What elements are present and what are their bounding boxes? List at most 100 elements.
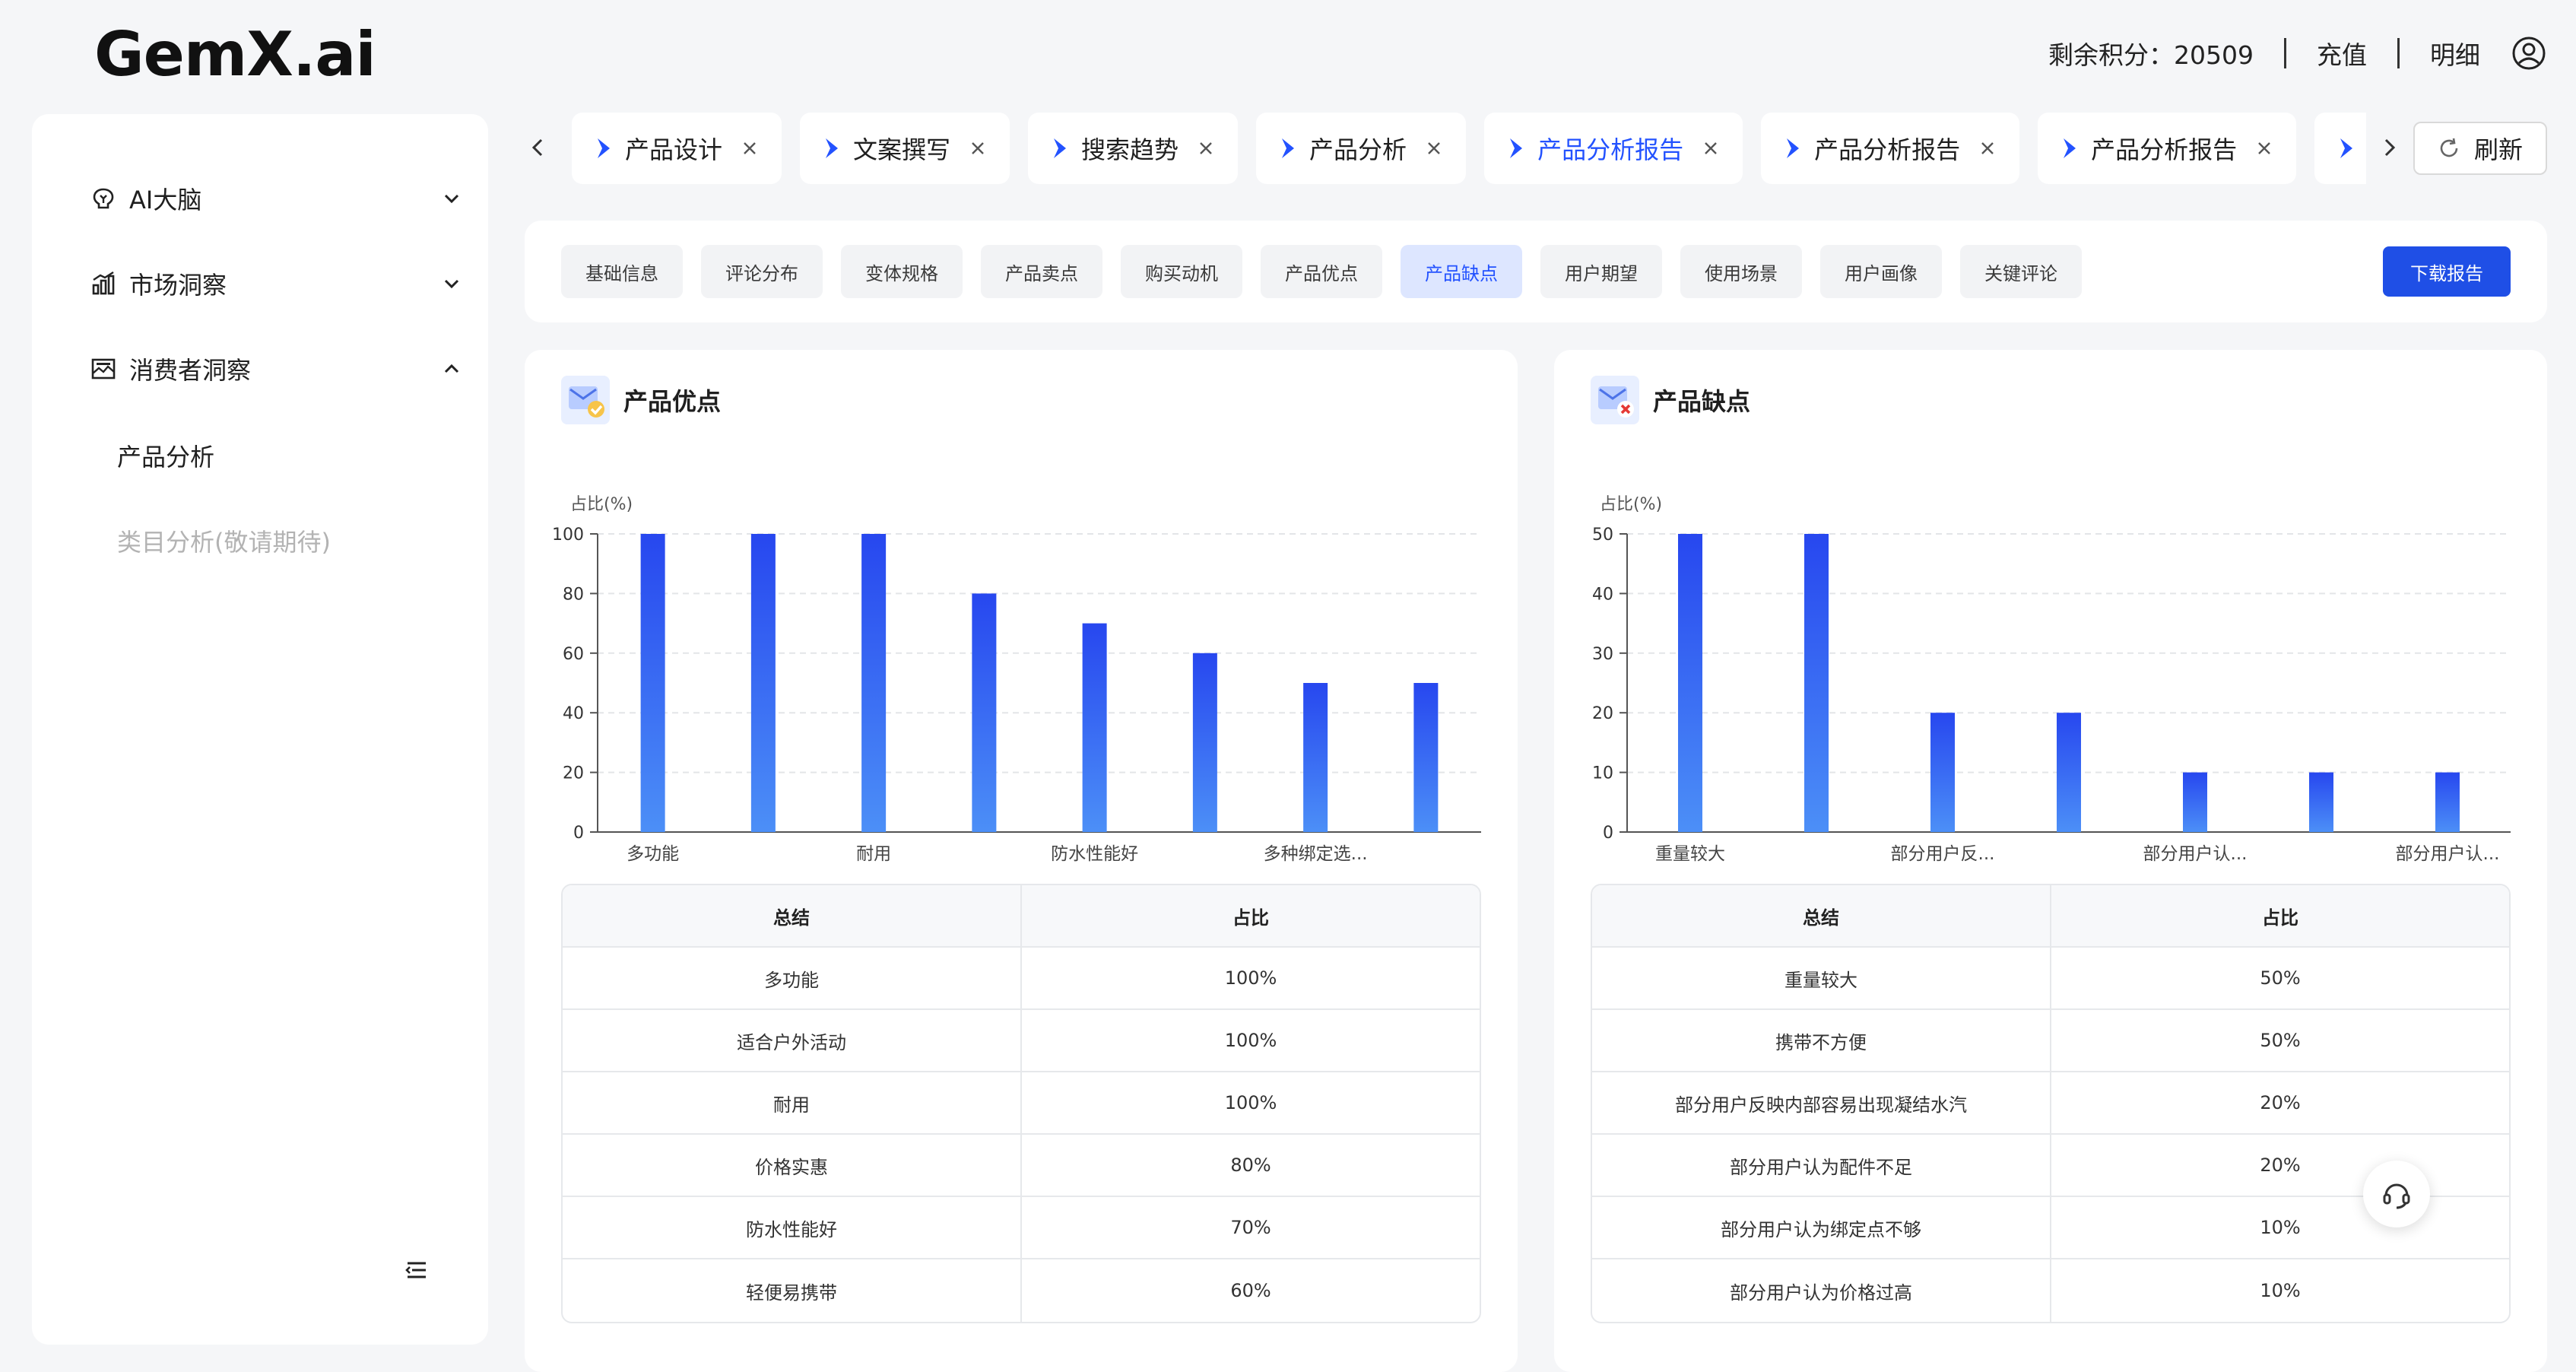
category-tab[interactable]: 评论分布 [701, 245, 823, 298]
category-tab[interactable]: 用户画像 [1820, 245, 1942, 298]
tab-item[interactable]: 产品分析报告 [2314, 113, 2366, 184]
chevron-right-icon [826, 138, 839, 158]
x-tick-label: 部分用户认... [2396, 844, 2500, 864]
tabs-prev-icon[interactable] [525, 134, 552, 161]
user-icon[interactable] [2511, 35, 2547, 71]
tab-item[interactable]: 搜索趋势 [1028, 113, 1239, 184]
tab-item[interactable]: 产品分析报告 [1761, 113, 2020, 184]
collapse-menu-icon[interactable] [401, 1255, 432, 1285]
download-report-button[interactable]: 下载报告 [2383, 246, 2511, 297]
close-icon[interactable] [1978, 139, 1997, 157]
sidebar-item-ai-brain[interactable]: AI大脑 [90, 168, 462, 229]
category-tab[interactable]: 购买动机 [1121, 245, 1242, 298]
bar[interactable] [1413, 683, 1439, 832]
tab-item[interactable]: 产品分析 [1256, 113, 1467, 184]
sidebar-item-market-insight[interactable]: 市场洞察 [90, 253, 462, 314]
bar[interactable] [1192, 653, 1217, 832]
recharge-link[interactable]: 充值 [2317, 35, 2367, 71]
tab-item[interactable]: 产品分析报告 [1484, 113, 1743, 184]
category-tab[interactable]: 产品卖点 [981, 245, 1102, 298]
sidebar-item-label: 市场洞察 [129, 271, 227, 300]
category-tab[interactable]: 产品缺点 [1401, 245, 1522, 298]
tab-item[interactable]: 文案撰写 [800, 113, 1010, 184]
sidebar-item-label: AI大脑 [129, 186, 202, 214]
panel-title-text: 产品缺点 [1653, 387, 1751, 416]
mail-check-icon [561, 376, 610, 424]
close-icon[interactable] [1425, 139, 1443, 157]
table-cell: 部分用户认为配件不足 [1730, 1156, 1912, 1178]
logo[interactable]: GemX.ai [94, 17, 376, 93]
tabs-viewport: 产品设计 文案撰写 搜索趋势 产品分析 产品分析报告 产品分析报告 产品分析报告 产品分析报告 [572, 113, 2366, 184]
table-header-row: 总结 占比 [1592, 885, 2509, 948]
table-cell: 携带不方便 [1775, 1031, 1867, 1053]
bar[interactable] [2309, 772, 2333, 832]
close-icon[interactable] [1702, 139, 1720, 157]
table-cell: 50% [2050, 1010, 2509, 1071]
bar[interactable] [2057, 713, 2081, 832]
chevron-right-icon [1787, 138, 1800, 158]
cons-title: 产品缺点 [1591, 376, 1750, 424]
tab-item[interactable]: 产品设计 [572, 113, 782, 184]
table-cell: 重量较大 [1784, 969, 1857, 991]
tab-label: 搜索趋势 [1081, 135, 1179, 164]
bar[interactable] [1303, 683, 1328, 832]
category-tab[interactable]: 关键评论 [1960, 245, 2082, 298]
bar[interactable] [861, 534, 887, 832]
close-icon[interactable] [969, 139, 987, 157]
category-tab[interactable]: 基础信息 [561, 245, 683, 298]
sidebar-item-consumer-insight[interactable]: 消费者洞察 [90, 338, 462, 399]
table-row: 重量较大 50% [1592, 948, 2509, 1010]
table-cell: 部分用户认为绑定点不够 [1721, 1218, 1921, 1240]
y-tick-label: 40 [1592, 585, 1613, 604]
category-tab[interactable]: 使用场景 [1680, 245, 1802, 298]
table-row: 携带不方便 50% [1592, 1010, 2509, 1072]
table-row: 适合户外活动 100% [563, 1010, 1480, 1072]
chevron-up-icon[interactable] [441, 358, 462, 380]
headset-icon [2383, 1183, 2410, 1209]
close-icon[interactable] [2255, 139, 2273, 157]
category-tab[interactable]: 变体规格 [841, 245, 963, 298]
table-cell: 70% [1020, 1197, 1480, 1258]
chevron-down-icon[interactable] [441, 273, 462, 294]
close-icon[interactable] [741, 139, 759, 157]
bar[interactable] [1930, 713, 1955, 832]
bar[interactable] [1804, 534, 1829, 832]
bar[interactable] [2183, 772, 2207, 832]
refresh-button[interactable]: 刷新 [2413, 122, 2547, 175]
details-link[interactable]: 明细 [2430, 35, 2480, 71]
category-tab[interactable]: 产品优点 [1261, 245, 1382, 298]
brain-icon [93, 188, 114, 209]
customer-support-button[interactable] [2363, 1161, 2430, 1227]
chevron-right-icon [598, 138, 610, 158]
bar[interactable] [750, 534, 776, 832]
bar[interactable] [2435, 772, 2460, 832]
category-tab[interactable]: 用户期望 [1540, 245, 1662, 298]
table-cell: 100% [1020, 1010, 1480, 1071]
table-cell: 部分用户反映内部容易出现凝结水汽 [1675, 1094, 1967, 1116]
cons-bar-chart: 占比(%) 0 10 20 30 40 50 重量较大 部分用户反... 部分用户认... 部分用户… [1592, 495, 2511, 864]
bar[interactable] [972, 593, 997, 832]
sidebar-subitem-product-analysis[interactable]: 产品分析 [117, 438, 214, 473]
refresh-icon [2440, 138, 2458, 157]
table-header-cell: 占比 [1020, 885, 1480, 946]
image-icon [91, 358, 116, 380]
close-icon[interactable] [1197, 139, 1215, 157]
bar[interactable] [640, 534, 665, 832]
chevron-down-icon[interactable] [441, 188, 462, 209]
table-header-cell: 总结 [773, 907, 810, 929]
table-cell: 10% [2050, 1259, 2509, 1322]
table-cell: 50% [2050, 948, 2509, 1008]
table-cell: 适合户外活动 [737, 1031, 846, 1053]
pros-title: 产品优点 [561, 376, 721, 424]
table-cell: 100% [1020, 1072, 1480, 1133]
table-cell: 20% [2050, 1135, 2509, 1196]
tab-label: 产品分析报告 [2091, 135, 2238, 164]
table-row: 轻便易携带 60% [563, 1259, 1480, 1322]
bar[interactable] [1082, 623, 1107, 832]
tab-item[interactable]: 产品分析报告 [2038, 113, 2297, 184]
tabs-bar: 产品设计 文案撰写 搜索趋势 产品分析 产品分析报告 产品分析报告 产品分析报告 产品分析报告… [525, 113, 2547, 184]
chart-icon [92, 271, 115, 295]
bar[interactable] [1678, 534, 1702, 832]
tabs-next-icon[interactable] [2375, 134, 2403, 161]
table-row: 价格实惠 80% [563, 1135, 1480, 1197]
